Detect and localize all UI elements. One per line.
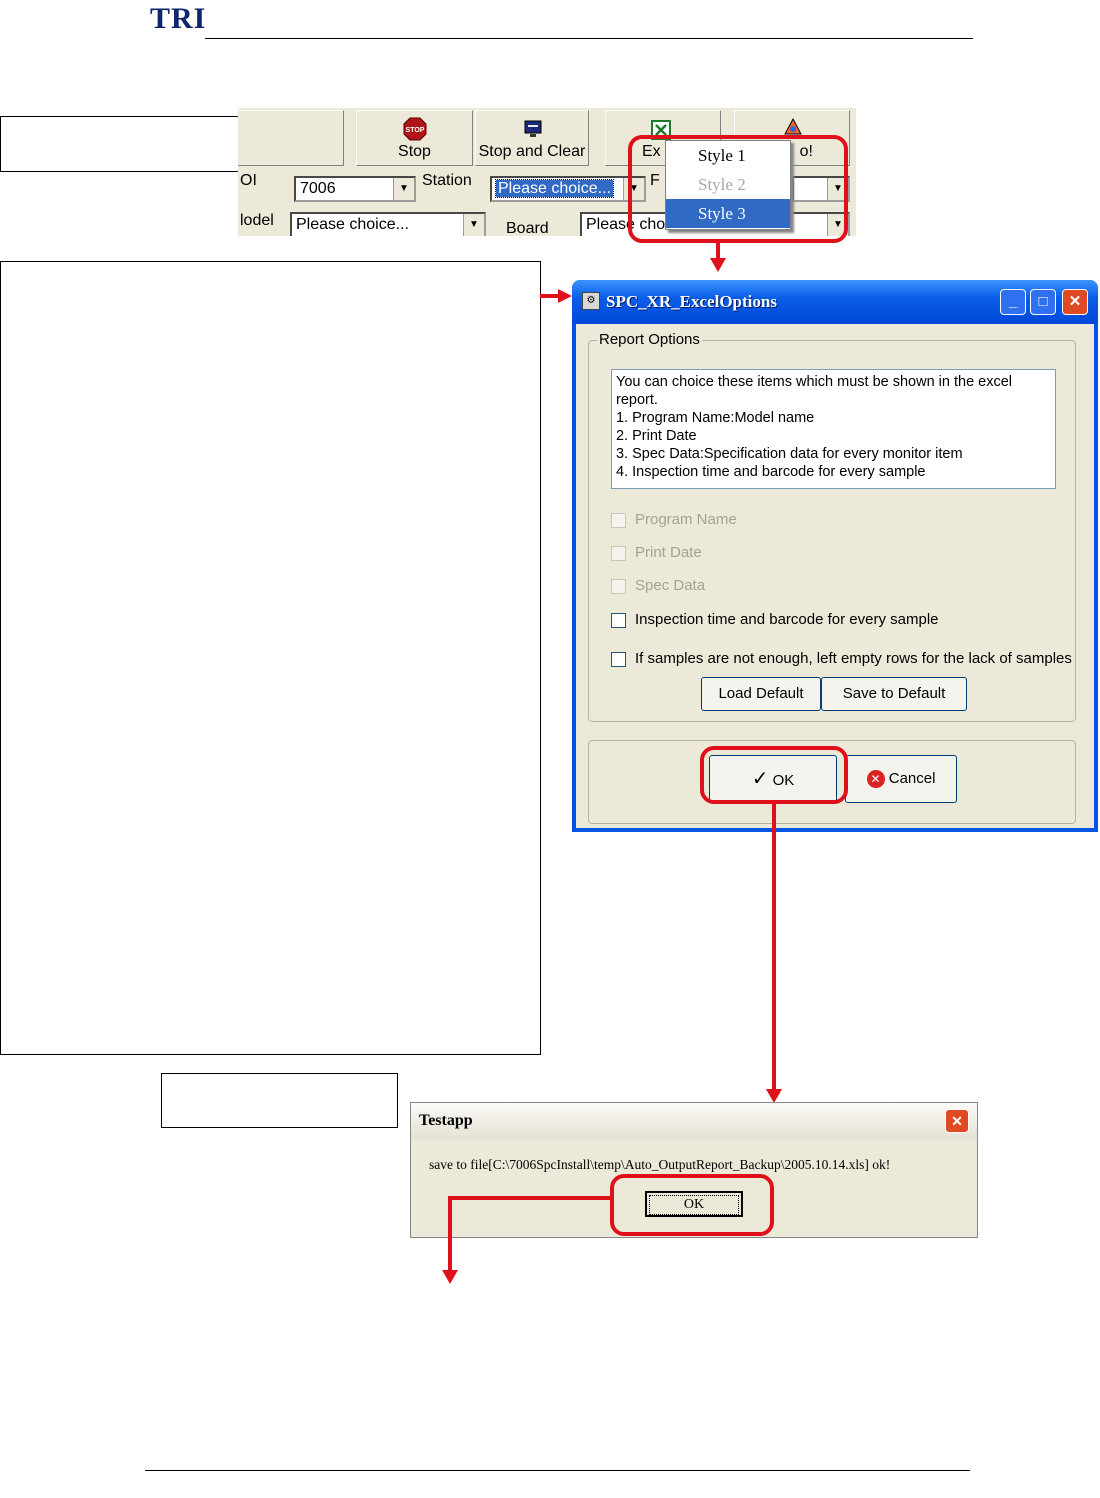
checkbox-label: Program Name <box>635 511 737 528</box>
arrow-down-icon <box>766 1089 782 1103</box>
stop-and-clear-button[interactable]: Stop and Clear <box>475 110 589 166</box>
checkbox-spec-data: Spec Data <box>611 577 705 594</box>
memo-line: 1. Program Name:Model name <box>616 410 815 426</box>
svg-text:STOP: STOP <box>406 127 425 134</box>
footer-rule <box>145 1470 970 1471</box>
go-icon <box>784 117 802 135</box>
cancel-button[interactable]: ✕ Cancel <box>845 755 957 803</box>
app-icon: ⚙ <box>582 292 600 310</box>
connector-line <box>540 294 560 298</box>
connector-line <box>716 243 720 259</box>
tri-logo: TRI <box>150 2 207 35</box>
arrow-down-icon <box>442 1270 458 1284</box>
maximize-button[interactable]: □ <box>1030 289 1056 315</box>
cancel-x-icon: ✕ <box>866 770 885 789</box>
station-label: Station <box>422 172 472 189</box>
aoi-combo[interactable]: 7006 ▼ <box>294 176 416 202</box>
highlight-ok-button <box>700 746 848 804</box>
memo-line: You can choice these items which must be… <box>616 374 1013 390</box>
station-combo[interactable]: Please choice... ▼ <box>490 176 646 202</box>
callout-box-options <box>0 261 541 1055</box>
arrow-right-icon <box>558 289 572 303</box>
checkbox-label: Spec Data <box>635 577 706 594</box>
connector-line <box>772 804 776 1090</box>
station-combo-value: Please choice... <box>495 179 614 198</box>
model-combo[interactable]: Please choice... ▼ <box>290 212 486 236</box>
testapp-title: Testapp <box>419 1112 473 1129</box>
checkbox-box <box>611 545 626 561</box>
checkbox-box[interactable] <box>611 651 626 667</box>
checkbox-print-date: Print Date <box>611 544 702 561</box>
report-options-group: Report Options You can choice these item… <box>588 331 1076 722</box>
prev-button[interactable] <box>238 110 344 166</box>
monitor-icon <box>524 120 542 137</box>
aoi-combo-value: 7006 <box>300 180 336 197</box>
connector-line <box>448 1196 610 1200</box>
checkbox-box[interactable] <box>611 612 626 628</box>
testapp-message: save to file[C:\7006SpcInstall\temp\Auto… <box>429 1157 891 1172</box>
checkbox-label: If samples are not enough, left empty ro… <box>635 650 1072 667</box>
close-button[interactable]: ✕ <box>945 1109 969 1133</box>
model-label: lodel <box>240 212 274 229</box>
checkbox-label: Print Date <box>635 544 702 561</box>
testapp-title-bar[interactable]: Testapp ✕ <box>411 1103 977 1139</box>
checkbox-inspection-time[interactable]: Inspection time and barcode for every sa… <box>611 611 939 628</box>
minimize-button[interactable]: _ <box>1000 289 1026 315</box>
model-combo-value: Please choice... <box>296 216 409 233</box>
checkbox-label: Inspection time and barcode for every sa… <box>635 611 939 628</box>
checkbox-box <box>611 578 626 594</box>
arrow-down-icon <box>710 258 726 272</box>
memo-line: report. <box>616 392 658 408</box>
chevron-down-icon[interactable]: ▼ <box>393 178 414 200</box>
connector-line <box>448 1196 452 1272</box>
dialog-title-bar[interactable]: ⚙ SPC_XR_ExcelOptions _ □ ✕ <box>572 280 1098 324</box>
report-options-memo[interactable]: You can choice these items which must be… <box>611 369 1056 489</box>
board-label: Board <box>506 220 549 236</box>
stop-button[interactable]: STOP Stop <box>356 110 473 166</box>
close-button[interactable]: ✕ <box>1062 289 1088 315</box>
report-options-title: Report Options <box>597 331 702 348</box>
stop-button-label: Stop <box>398 143 431 160</box>
dialog-title: SPC_XR_ExcelOptions <box>606 292 777 311</box>
callout-box-testapp <box>161 1073 398 1128</box>
checkbox-program-name: Program Name <box>611 511 737 528</box>
aoi-label: OI <box>240 172 257 189</box>
load-default-button[interactable]: Load Default <box>701 677 821 711</box>
stop-sign-icon: STOP <box>403 117 427 141</box>
memo-line: 2. Print Date <box>616 428 697 444</box>
stop-and-clear-label: Stop and Clear <box>478 143 586 160</box>
save-to-default-button[interactable]: Save to Default <box>821 677 967 711</box>
highlight-style-menu <box>628 135 848 243</box>
memo-line: 3. Spec Data:Specification data for ever… <box>616 446 963 462</box>
cancel-button-label: Cancel <box>888 770 936 787</box>
chevron-down-icon[interactable]: ▼ <box>463 214 484 236</box>
header-rule <box>205 38 973 39</box>
checkbox-empty-rows[interactable]: If samples are not enough, left empty ro… <box>611 650 1072 667</box>
memo-line: 4. Inspection time and barcode for every… <box>616 464 926 480</box>
checkbox-box <box>611 512 626 528</box>
highlight-testapp-ok <box>610 1174 774 1236</box>
